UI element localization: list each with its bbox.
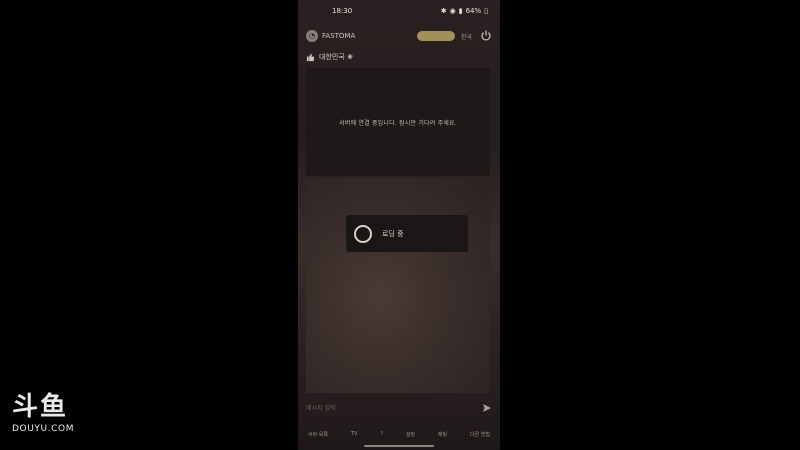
tv-button[interactable]: TV <box>349 430 359 438</box>
send-icon[interactable] <box>482 403 492 413</box>
thumbs-up-icon <box>306 53 315 61</box>
settings-button[interactable]: 설정 <box>404 430 417 439</box>
premium-badge-button[interactable] <box>416 31 455 41</box>
signal-icon: ▮ <box>458 7 463 15</box>
app-logo-icon: ◔ <box>306 30 318 42</box>
watermark-text: DOUYU.COM <box>12 424 75 434</box>
server-title: 대한민국 ❀ <box>319 53 353 61</box>
status-bar: 18:30 ✱ ◉ ▮ 64% ▯ <box>298 0 500 22</box>
watermark-logo: 斗鱼 <box>12 392 69 422</box>
battery-icon: ▯ <box>484 7 488 15</box>
app-name: FASTOMA <box>322 32 356 40</box>
douyu-watermark: 斗鱼 DOUYU.COM <box>12 392 102 442</box>
chat-button[interactable]: 채팅 <box>436 430 449 439</box>
video-area[interactable]: 로딩 중 <box>306 178 490 393</box>
status-time: 18:30 <box>332 7 353 15</box>
other-method-button[interactable]: 다른 방법 <box>468 430 492 439</box>
server-title-row[interactable]: 대한민국 ❀ <box>306 51 353 63</box>
bluetooth-icon: ✱ <box>440 7 447 15</box>
status-icons: ✱ ◉ ▮ 64% ▯ <box>441 7 488 15</box>
spinner-icon <box>354 224 372 243</box>
loading-text: 로딩 중 <box>382 229 404 238</box>
message-panel: 서버에 연결 중입니다. 잠시만 기다려 주세요. <box>306 68 490 176</box>
language-button[interactable]: 한국 <box>461 32 472 41</box>
message-text: 서버에 연결 중입니다. 잠시만 기다려 주세요. <box>339 119 457 127</box>
phone-screen: 18:30 ✱ ◉ ▮ 64% ▯ ◔ FASTOMA 한국 대한민국 ❀ 서버… <box>298 0 500 450</box>
home-indicator[interactable] <box>364 445 434 447</box>
power-icon[interactable] <box>480 30 492 42</box>
wifi-icon: ◉ <box>449 7 456 15</box>
chat-input-row <box>306 400 492 416</box>
help-button[interactable]: ? <box>378 430 385 438</box>
app-header: ◔ FASTOMA 한국 <box>306 27 492 45</box>
battery-percent: 64% <box>465 7 482 15</box>
server-list-button[interactable]: 서버 목록 <box>306 430 330 439</box>
bottom-toolbar: 서버 목록 TV ? 설정 채팅 다른 방법 <box>306 428 492 440</box>
loading-indicator: 로딩 중 <box>346 215 468 252</box>
chat-input[interactable] <box>306 401 466 415</box>
